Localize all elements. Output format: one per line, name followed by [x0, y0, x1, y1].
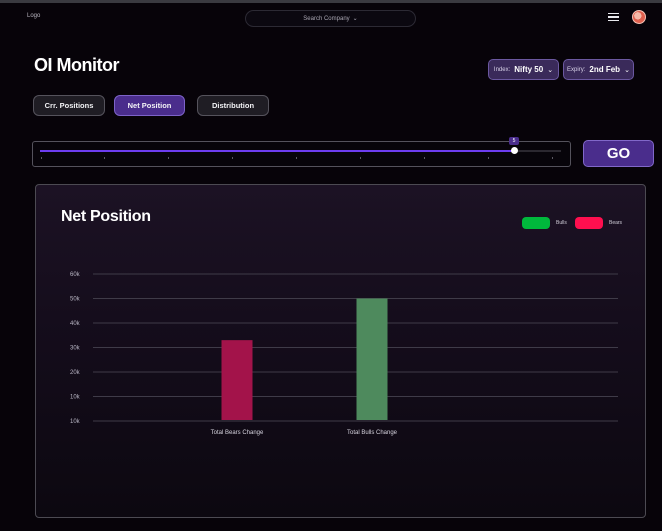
x-category-label: Total Bears Change: [211, 430, 264, 436]
expiry-dropdown[interactable]: Expiry: 2nd Feb ⌄: [563, 59, 634, 80]
chevron-down-icon: ⌄: [352, 16, 358, 22]
tab-current-positions[interactable]: Crr. Positions: [33, 95, 105, 116]
y-tick-label: 10k: [70, 419, 81, 425]
logo[interactable]: Logo: [27, 13, 40, 19]
slider-tick: [488, 157, 489, 159]
strike-slider[interactable]: 5: [32, 137, 571, 167]
net-position-panel: Net Position Bulls Bears 60k 50k 40k 30k 20k…: [35, 184, 646, 518]
bar-bulls[interactable]: [356, 298, 388, 421]
x-category-label: Total Bulls Change: [347, 430, 398, 436]
search-company-box[interactable]: Search Company ⌄: [245, 10, 416, 27]
tab-distribution[interactable]: Distribution: [197, 95, 269, 116]
slider-track-filled: [40, 150, 516, 152]
slider-tick: [296, 157, 297, 159]
bar-chart: 60k 50k 40k 30k 20k 10k 10k Total Bears Change T…: [70, 272, 618, 436]
slider-tick: [104, 157, 105, 159]
y-tick-label: 20k: [70, 370, 81, 376]
expiry-value: 2nd Feb: [589, 65, 621, 74]
slider-tick: [168, 157, 169, 159]
index-dropdown[interactable]: Index: Nifty 50 ⌄: [488, 59, 559, 80]
y-tick-label: 10k: [70, 395, 81, 401]
slider-tick: [232, 157, 233, 159]
avatar[interactable]: [632, 10, 646, 24]
slider-tick: [41, 157, 42, 159]
page-title: OI Monitor: [34, 55, 119, 75]
slider-tick: [360, 157, 361, 159]
bar-bears[interactable]: [221, 340, 253, 420]
slider-tick: [552, 157, 553, 159]
slider-thumb[interactable]: [511, 147, 518, 154]
y-tick-label: 50k: [70, 297, 81, 303]
index-label: Index:: [493, 66, 511, 73]
tab-net-position[interactable]: Net Position: [114, 95, 185, 116]
slider-value-badge: 5: [509, 137, 519, 145]
slider-track: [516, 150, 561, 152]
slider-tick: [424, 157, 425, 159]
y-tick-label: 60k: [70, 272, 81, 278]
chevron-down-icon: ⌄: [547, 66, 554, 74]
hamburger-icon[interactable]: [608, 13, 619, 22]
y-tick-label: 30k: [70, 346, 81, 352]
search-placeholder: Search Company: [303, 15, 350, 22]
expiry-label: Expiry:: [567, 66, 586, 73]
top-border: [0, 0, 662, 3]
index-value: Nifty 50: [514, 65, 544, 74]
chevron-down-icon: ⌄: [624, 66, 630, 74]
go-button[interactable]: GO: [583, 140, 654, 167]
y-tick-label: 40k: [70, 321, 81, 327]
